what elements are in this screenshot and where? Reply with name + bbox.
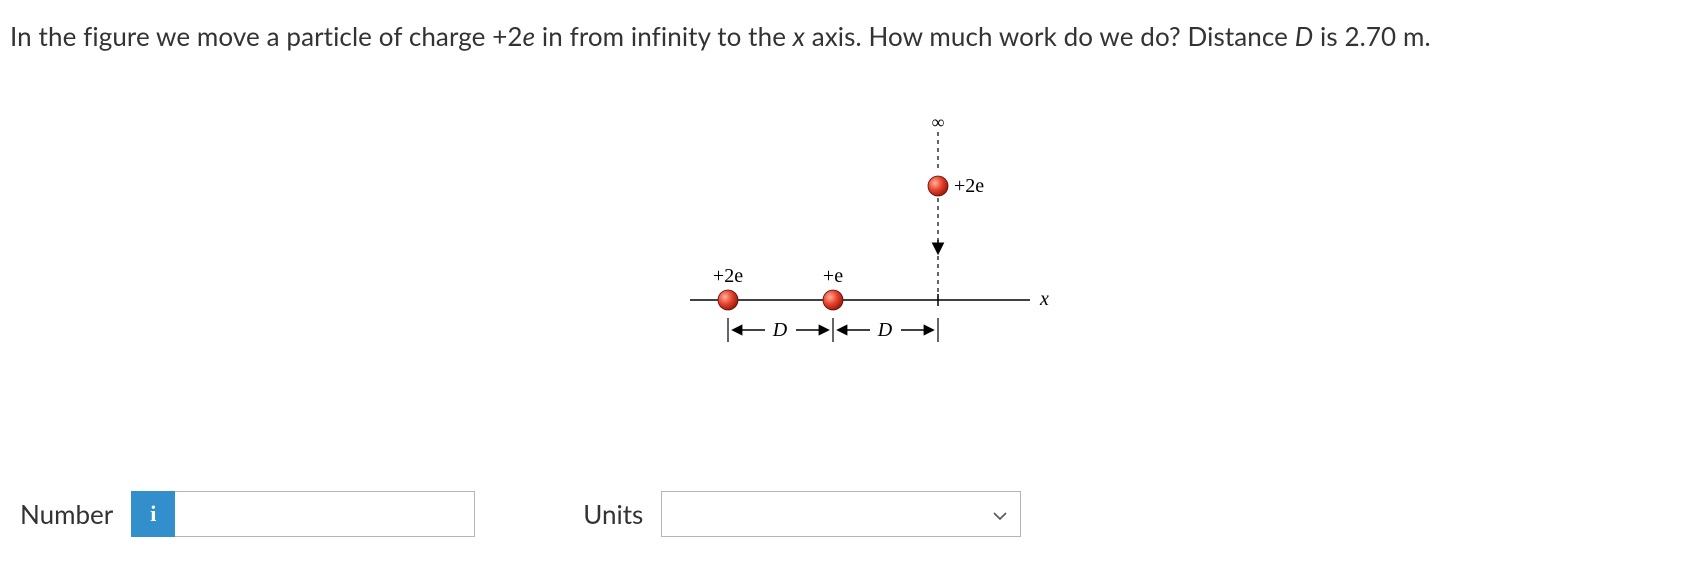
physics-diagram: x ∞ +2e +2e +e D D bbox=[670, 110, 1070, 370]
mid-charge-label: +e bbox=[823, 265, 843, 287]
units-select[interactable] bbox=[661, 491, 1021, 537]
infinity-symbol: ∞ bbox=[932, 112, 945, 132]
units-label: Units bbox=[583, 498, 643, 530]
moving-charge-label: +2e bbox=[954, 175, 984, 197]
distance-label-right: D bbox=[877, 319, 893, 341]
number-input[interactable] bbox=[175, 491, 475, 537]
moving-charge bbox=[928, 176, 948, 196]
number-input-group: i bbox=[131, 491, 475, 537]
left-charge-label: +2e bbox=[713, 265, 743, 287]
answer-row: Number i Units bbox=[20, 491, 1021, 537]
axis-label: x bbox=[1039, 288, 1049, 310]
info-icon[interactable]: i bbox=[131, 491, 175, 537]
left-charge bbox=[718, 290, 738, 310]
mid-charge bbox=[823, 290, 843, 310]
number-label: Number bbox=[20, 498, 113, 530]
question-text: In the figure we move a particle of char… bbox=[0, 0, 1708, 54]
distance-label-left: D bbox=[772, 319, 788, 341]
